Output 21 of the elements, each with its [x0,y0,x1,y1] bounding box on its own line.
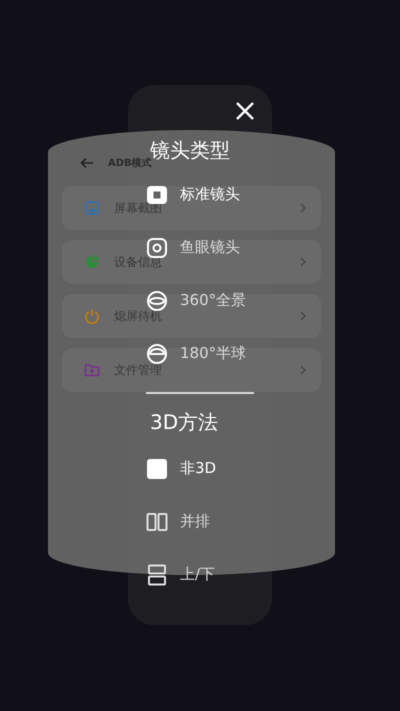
chevron-right-icon [299,257,307,267]
page-title: ADB模式 [108,158,152,170]
3d-method-option[interactable]: 并排 [180,512,210,531]
3d-method-option[interactable]: 非3D [180,459,216,478]
chevron-right-icon [299,311,307,321]
section-title: 镜头类型 [150,137,231,162]
section-title: 3D方法 [150,409,220,436]
lens-option[interactable]: 180°半球 [180,344,246,363]
side-by-side-icon[interactable] [146,510,168,532]
half-sphere-icon[interactable] [146,342,168,364]
circle-lens-icon[interactable] [146,236,168,258]
lens-option[interactable]: 标准镜头 [180,185,240,204]
chevron-right-icon [299,365,307,375]
chevron-right-icon [299,203,307,213]
lens-option[interactable]: 鱼眼镜头 [180,238,240,257]
back-arrow-icon[interactable] [80,157,94,169]
top-bottom-icon[interactable] [146,564,168,586]
lens-option[interactable]: 360°全景 [180,291,246,310]
close-button[interactable] [234,100,256,122]
square-icon[interactable] [146,458,168,480]
ring-sphere-icon[interactable] [146,290,168,312]
